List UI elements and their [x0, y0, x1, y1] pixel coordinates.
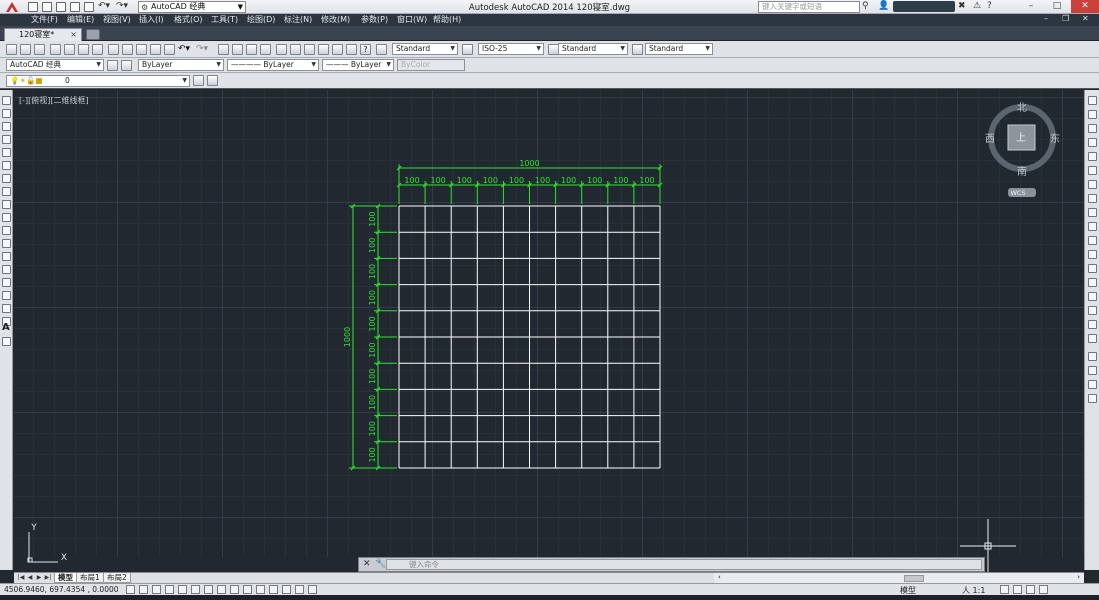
annotation-monitor-icon[interactable]: [308, 585, 317, 594]
cell-height-label: 100: [368, 264, 377, 279]
scroll-right-icon[interactable]: ›: [1077, 573, 1080, 581]
cell-grid: [398, 205, 661, 469]
cell-width-label: 100: [535, 176, 550, 185]
viewcube-top-label: 上: [1016, 132, 1026, 144]
cell-height-label: 100: [368, 395, 377, 410]
prev-layout-icon[interactable]: ◀: [26, 574, 34, 582]
isolate-objects-icon[interactable]: [1026, 585, 1035, 594]
ortho-mode-icon[interactable]: [165, 585, 174, 594]
ucs-icon: [27, 532, 58, 563]
cell-height-label: 100: [368, 369, 377, 384]
horizontal-scrollbar[interactable]: ‹ ›: [714, 572, 1084, 583]
cell-width-label: 100: [639, 176, 654, 185]
cell-height-label: 100: [368, 238, 377, 253]
command-input[interactable]: 键入命令: [386, 559, 982, 570]
cell-width-label: 100: [561, 176, 576, 185]
last-layout-icon[interactable]: ▶|: [44, 574, 52, 582]
tab-layout1[interactable]: 布局1: [76, 573, 104, 583]
cell-height-label: 100: [368, 447, 377, 462]
3d-object-snap-icon[interactable]: [204, 585, 213, 594]
viewcube-south[interactable]: 南: [1017, 165, 1027, 178]
viewcube-west[interactable]: 西: [985, 134, 995, 145]
selection-cycling-icon[interactable]: [295, 585, 304, 594]
grid-display-icon[interactable]: [152, 585, 161, 594]
cell-width-label: 100: [457, 176, 472, 185]
scroll-thumb[interactable]: [904, 575, 924, 582]
dimensions: [349, 164, 663, 471]
cell-width-label: 100: [483, 176, 498, 185]
ucs-y-label: Y: [30, 523, 37, 533]
clean-screen-icon[interactable]: [1039, 585, 1048, 594]
snap-mode-icon[interactable]: [139, 585, 148, 594]
cell-height-label: 100: [368, 342, 377, 357]
cell-height-label: 100: [368, 421, 377, 436]
viewcube-north[interactable]: 北: [1017, 102, 1027, 114]
next-layout-icon[interactable]: ▶: [35, 574, 43, 582]
close-icon[interactable]: ✕: [363, 559, 371, 569]
status-bar: 4506.9460, 697.4354 , 0.0000 模型 人 1:1: [0, 583, 1099, 595]
cell-width-label: 100: [404, 176, 419, 185]
cell-width-label: 100: [587, 176, 602, 185]
infer-constraints-icon[interactable]: [126, 585, 135, 594]
total-height-label: 1000: [343, 327, 352, 347]
os-taskbar: [0, 595, 1099, 600]
cell-width-label: 100: [509, 176, 524, 185]
workspace-switching-icon[interactable]: [1000, 585, 1009, 594]
cell-width-label: 100: [613, 176, 628, 185]
total-width-label: 1000: [519, 159, 539, 168]
cell-height-label: 100: [368, 316, 377, 331]
cell-width-label: 100: [431, 176, 446, 185]
polar-tracking-icon[interactable]: [178, 585, 187, 594]
object-snap-tracking-icon[interactable]: [217, 585, 226, 594]
customize-icon[interactable]: 🔧: [375, 559, 386, 569]
cursor-coordinates: 4506.9460, 697.4354 , 0.0000: [4, 585, 119, 594]
quick-properties-icon[interactable]: [282, 585, 291, 594]
wcs-label: WCS: [1010, 189, 1025, 197]
object-snap-icon[interactable]: [191, 585, 200, 594]
drawing-layer: 100 100 100 100 100 100 100 100 100 100 1000 100 100…: [27, 102, 1060, 573]
viewcube-east[interactable]: 东: [1050, 132, 1060, 145]
lineweight-icon[interactable]: [256, 585, 265, 594]
layout-tabs: |◀ ◀ ▶ ▶| 模型 布局1 布局2: [14, 572, 714, 583]
first-layout-icon[interactable]: |◀: [17, 574, 25, 582]
cell-height-label: 100: [368, 290, 377, 305]
tab-model[interactable]: 模型: [54, 573, 77, 583]
ucs-x-label: X: [61, 553, 67, 563]
scroll-left-icon[interactable]: ‹: [718, 573, 721, 581]
dynamic-ucs-icon[interactable]: [230, 585, 239, 594]
tab-layout2[interactable]: 布局2: [103, 573, 131, 583]
dynamic-input-icon[interactable]: [243, 585, 252, 594]
transparency-icon[interactable]: [269, 585, 278, 594]
lock-ui-icon[interactable]: [1013, 585, 1022, 594]
cell-height-label: 100: [368, 211, 377, 226]
